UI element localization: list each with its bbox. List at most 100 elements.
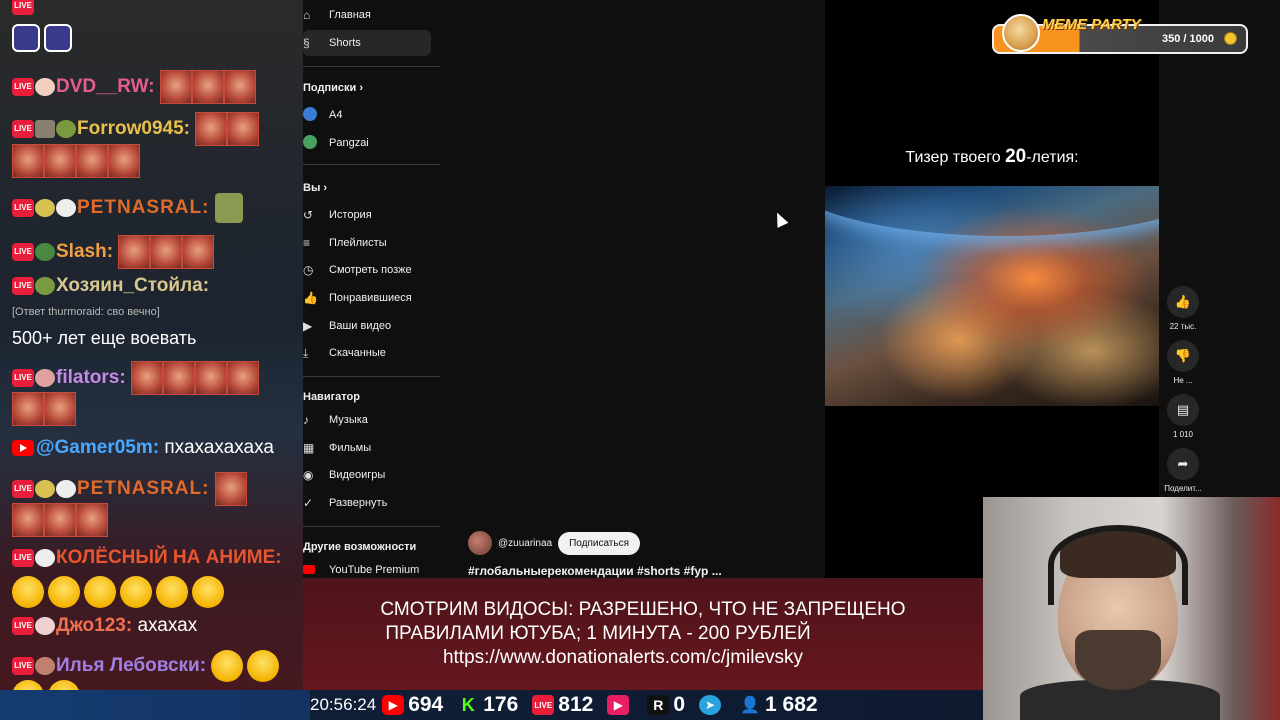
sidebar-item-games[interactable]: ◉ Видеоигры	[303, 462, 431, 488]
user-avatar-icon	[35, 243, 55, 261]
comments-count: 1 010	[1172, 430, 1194, 439]
chat-message-text: ахахах	[137, 615, 198, 636]
sidebar-item-label: Главная	[329, 9, 371, 21]
chat-username: Джо123:	[56, 615, 133, 636]
sidebar-item-your-videos[interactable]: ▶ Ваши видео	[303, 313, 431, 339]
user-avatar-icon	[56, 480, 76, 498]
emote-icon	[118, 235, 215, 269]
sidebar-item-label: История	[329, 209, 372, 221]
like-icon: 👍	[1167, 286, 1199, 318]
dislike-label: Не ...	[1173, 376, 1193, 385]
chat-message: LIVE КОЛЁСНЫЙ НА АНИМЕ:	[12, 546, 299, 570]
sidebar-item-playlists[interactable]: ≡ Плейлисты	[303, 230, 431, 256]
chat-username: PETNASRAL:	[77, 478, 210, 500]
youtube-icon: ▶	[382, 695, 405, 715]
share-button[interactable]: ➦ Поделит...	[1163, 448, 1203, 493]
live-badge: LIVE	[12, 548, 34, 567]
chat-username: PETNASRAL:	[77, 197, 210, 219]
chat-message: LIVE Slash:	[12, 235, 299, 269]
webcam-figure	[1075, 630, 1161, 690]
sidebar-item-label: Музыка	[329, 414, 368, 426]
share-label: Поделит...	[1164, 484, 1202, 493]
chat-username: Хозяин_Стойла:	[56, 275, 210, 296]
comments-icon: ▤	[1167, 394, 1199, 426]
donation-line-1: СМОТРИМ ВИДОСЫ: РАЗРЕШЕНО, ЧТО НЕ ЗАПРЕЩ…	[380, 599, 906, 620]
chat-message: LIVE PETNASRAL:	[12, 193, 299, 223]
live-badge: LIVE	[12, 480, 34, 498]
dislike-button[interactable]: 👎 Не ...	[1163, 340, 1203, 385]
sidebar-item-downloads[interactable]: ⤓ Скачанные	[303, 340, 431, 366]
emote-icon	[130, 361, 259, 395]
sidebar-item-music[interactable]: ♪ Музыка	[303, 407, 431, 433]
user-avatar-icon	[35, 120, 55, 138]
doge-icon	[1002, 14, 1040, 52]
emote-icon	[195, 112, 260, 146]
sidebar-item-home[interactable]: ⌂ Главная	[303, 2, 431, 28]
sidebar-item-label: Pangzai	[329, 137, 369, 149]
sidebar-item-label: Shorts	[329, 37, 361, 49]
user-avatar-icon	[56, 120, 76, 138]
channel-name[interactable]: @zuuarinaa	[498, 538, 552, 549]
chat-message: LIVE	[12, 0, 299, 18]
chat-username: Slash:	[56, 241, 114, 263]
subscribe-button[interactable]: Подписаться	[558, 531, 640, 555]
kick-viewers: K 176	[457, 693, 519, 717]
sidebar-item-sub-a4[interactable]: A4	[303, 102, 431, 128]
sidebar-item-label: Развернуть	[329, 497, 388, 509]
chat-message: LIVE PETNASRAL:	[12, 472, 299, 506]
comments-button[interactable]: ▤ 1 010	[1163, 394, 1203, 439]
subscriptions-header[interactable]: Подписки ›	[303, 82, 363, 94]
avatar	[303, 134, 317, 149]
liked-icon: 👍	[303, 291, 318, 305]
you-header[interactable]: Вы ›	[303, 182, 327, 194]
total-viewers: 👤 1 682	[739, 693, 818, 717]
live-icon: LIVE	[532, 695, 555, 715]
emote-icon	[159, 70, 256, 104]
share-icon: ➦	[1167, 448, 1199, 480]
total-count: 1 682	[765, 693, 818, 716]
sidebar-item-films[interactable]: ▦ Фильмы	[303, 435, 431, 461]
youtube-sidebar: ⌂ Главная § Shorts Подписки › A4 Pangzai…	[303, 0, 440, 578]
playlists-icon: ≡	[303, 236, 311, 250]
chat-username: Илья Лебовски:	[56, 655, 207, 677]
vk-video-icon: ▶	[607, 695, 630, 715]
sidebar-item-shorts[interactable]: § Shorts	[303, 30, 431, 56]
video-hashtags[interactable]: #глобальныерекомендации #shorts #fyp ...	[468, 564, 722, 578]
emote-icon	[211, 650, 244, 682]
user-avatar-icon	[35, 78, 55, 96]
chat-message: @Gamer05m: пхахахахаха	[12, 436, 299, 460]
divider	[303, 66, 440, 67]
like-button[interactable]: 👍 22 тыс.	[1163, 286, 1203, 331]
user-avatar-icon	[35, 276, 55, 295]
live-viewers: LIVE 812	[532, 693, 593, 717]
sidebar-item-label: Ваши видео	[329, 320, 392, 332]
emote-icon	[44, 24, 72, 52]
chat-message-text: пхахахахаха	[164, 437, 274, 458]
stream-clock: 20:56:24	[310, 695, 377, 714]
sidebar-item-label: Смотреть позже	[329, 264, 412, 276]
chat-emote-row	[12, 576, 299, 608]
emote-icon	[214, 472, 247, 506]
rutube-count: 0	[673, 693, 686, 716]
telegram-link: ➤	[699, 695, 725, 715]
live-badge: LIVE	[12, 657, 34, 675]
channel-avatar[interactable]	[468, 531, 492, 555]
watch-later-icon: ◷	[303, 263, 314, 277]
sidebar-item-watch-later[interactable]: ◷ Смотреть позже	[303, 257, 431, 283]
youtube-count: 694	[408, 693, 444, 716]
sidebar-item-label: Видеоигры	[329, 469, 386, 481]
shorts-icon: §	[303, 36, 310, 50]
chat-username: filators:	[56, 367, 126, 389]
sidebar-item-liked[interactable]: 👍 Понравившиеся	[303, 285, 431, 311]
video-frame-earth[interactable]	[825, 186, 1159, 406]
chat-username: Forrow0945:	[77, 118, 190, 140]
avatar	[303, 106, 317, 121]
divider	[303, 376, 440, 377]
sidebar-item-sub-pangzai[interactable]: Pangzai	[303, 130, 431, 156]
chat-message: LIVE Хозяин_Стойла:	[12, 274, 299, 298]
cup-icon	[35, 480, 55, 498]
user-avatar-icon	[35, 369, 55, 387]
sidebar-item-history[interactable]: ↺ История	[303, 202, 431, 228]
sidebar-item-expand[interactable]: ✓ Развернуть	[303, 490, 431, 516]
sidebar-item-label: Скачанные	[329, 347, 386, 359]
